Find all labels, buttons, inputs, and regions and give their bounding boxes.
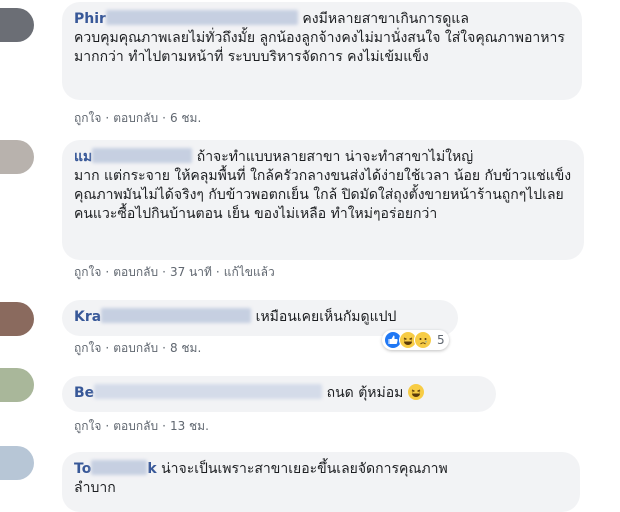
redacted-name bbox=[101, 308, 252, 323]
like-button[interactable]: ถูกใจ bbox=[74, 419, 101, 433]
reaction-count: 5 bbox=[437, 333, 445, 347]
avatar[interactable] bbox=[0, 368, 34, 402]
timestamp[interactable]: 8 ชม. bbox=[170, 341, 201, 355]
comment-text: น่าจะเป็นเพราะสาขาเยอะขึ้นเลยจัดการคุณภา… bbox=[161, 461, 448, 477]
redacted-name bbox=[92, 148, 193, 163]
author-name[interactable]: To bbox=[74, 461, 91, 477]
author-name-tail[interactable]: k bbox=[147, 461, 156, 477]
comment-bubble: To k น่าจะเป็นเพราะสาขาเยอะขึ้นเลยจัดการค… bbox=[62, 452, 580, 512]
comment-text: ถนด ตุ้หม่อม bbox=[326, 385, 404, 401]
timestamp[interactable]: 37 นาที bbox=[170, 265, 212, 279]
like-button[interactable]: ถูกใจ bbox=[74, 111, 101, 125]
comment-actions: ถูกใจ · ตอบกลับ · 6 ชม. bbox=[74, 111, 202, 125]
like-button[interactable]: ถูกใจ bbox=[74, 341, 101, 355]
reaction-summary[interactable]: 5 bbox=[382, 330, 449, 350]
reply-button[interactable]: ตอบกลับ bbox=[113, 111, 158, 125]
comment-text-rest: ควบคุมคุณภาพเลยไม่ทั่วถึงมั้ย ลูกน้องลูก… bbox=[74, 30, 565, 65]
reply-button[interactable]: ตอบกลับ bbox=[113, 265, 158, 279]
comment-actions: ถูกใจ · ตอบกลับ · 37 นาที · แก้ไขแล้ว bbox=[74, 265, 275, 279]
author-name[interactable]: Kra bbox=[74, 309, 101, 325]
laughing-emoji-icon bbox=[407, 384, 424, 400]
comment-text: เหมือนเคยเห็นกัมดูแปป bbox=[255, 309, 397, 325]
like-button[interactable]: ถูกใจ bbox=[74, 265, 101, 279]
comment-bubble: Phir คงมีหลายสาขาเกินการดูแล ควบคุมคุณภา… bbox=[62, 2, 582, 100]
comment-bubble: แม ถ้าจะทำแบบหลายสาขา น่าจะทำสาขาไม่ใหญ่… bbox=[62, 140, 584, 260]
avatar[interactable] bbox=[0, 140, 34, 174]
redacted-name bbox=[91, 460, 148, 475]
avatar[interactable] bbox=[0, 302, 34, 336]
author-name[interactable]: Be bbox=[74, 385, 94, 401]
avatar[interactable] bbox=[0, 446, 34, 480]
comment-text-rest: ลำบาก bbox=[74, 480, 116, 496]
author-name[interactable]: Phir bbox=[74, 11, 106, 27]
reply-button[interactable]: ตอบกลับ bbox=[113, 341, 158, 355]
comment-text-rest: มาก แต่กระจาย ให้คลุมพื้นที่ ใกล้ครัวกลา… bbox=[74, 168, 572, 222]
comment-bubble: Be ถนด ตุ้หม่อม bbox=[62, 376, 496, 412]
reply-button[interactable]: ตอบกลับ bbox=[113, 419, 158, 433]
comment-actions: ถูกใจ · ตอบกลับ · 8 ชม. bbox=[74, 341, 202, 355]
avatar[interactable] bbox=[0, 8, 34, 42]
timestamp[interactable]: 13 ชม. bbox=[170, 419, 209, 433]
redacted-name bbox=[94, 384, 323, 399]
redacted-name bbox=[105, 10, 298, 25]
edited-label[interactable]: แก้ไขแล้ว bbox=[224, 265, 275, 279]
timestamp[interactable]: 6 ชม. bbox=[170, 111, 201, 125]
comment-text: ถ้าจะทำแบบหลายสาขา น่าจะทำสาขาไม่ใหญ่ bbox=[196, 149, 474, 165]
comment-actions: ถูกใจ · ตอบกลับ · 13 ชม. bbox=[74, 419, 209, 433]
comment-text: คงมีหลายสาขาเกินการดูแล bbox=[302, 11, 469, 27]
author-name[interactable]: แม bbox=[74, 149, 92, 165]
sad-reaction-icon bbox=[414, 331, 432, 349]
